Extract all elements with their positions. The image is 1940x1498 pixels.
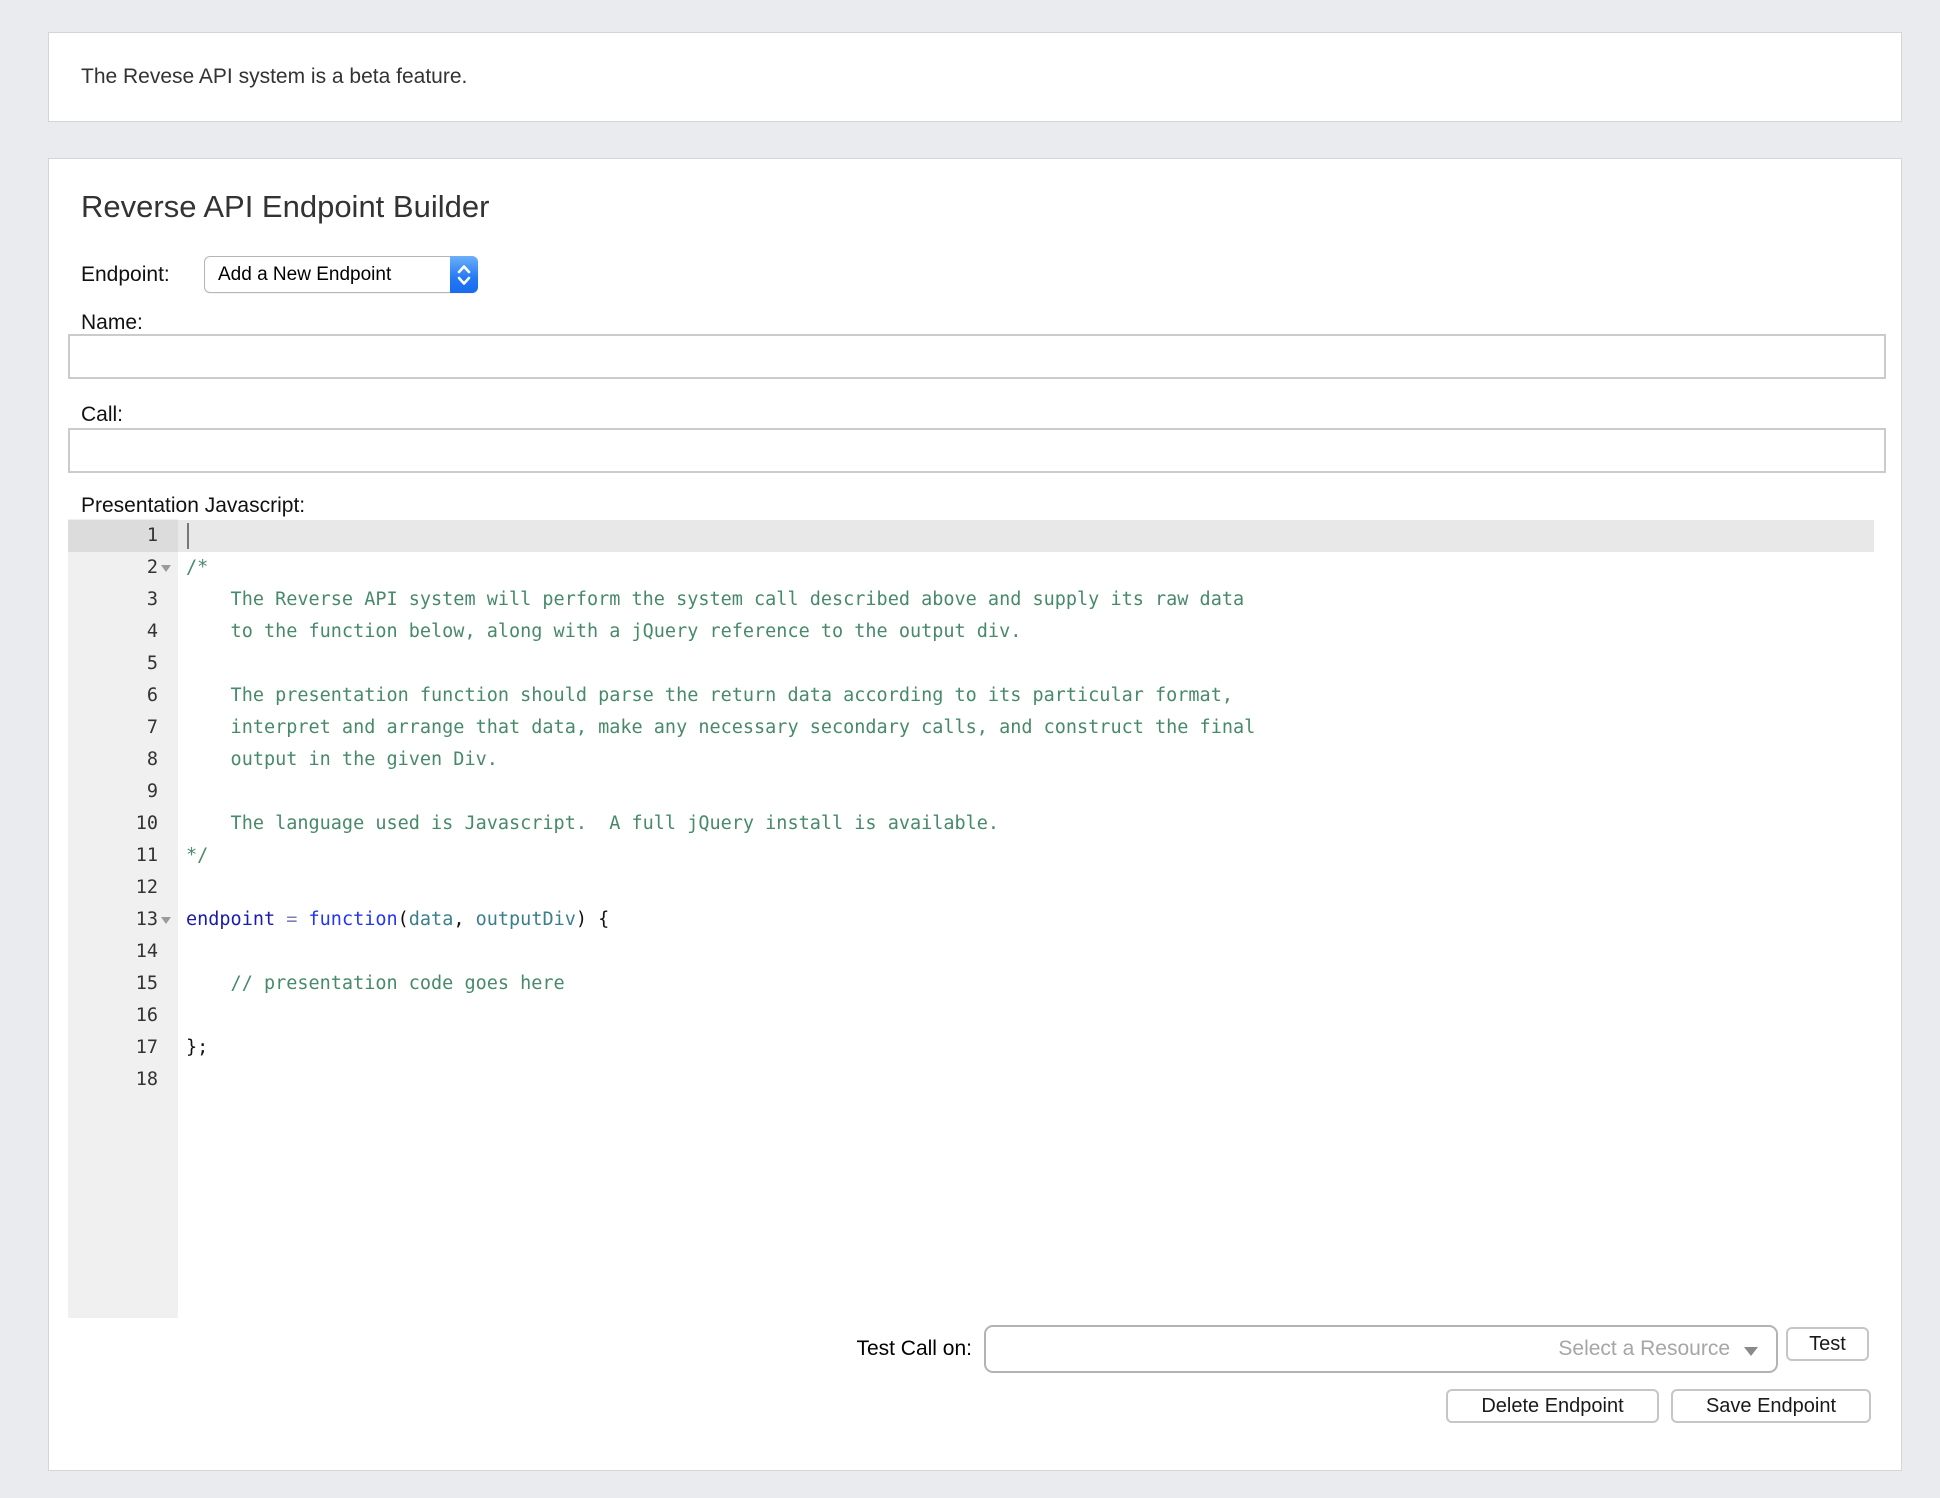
gutter-cell: 9 <box>68 776 178 808</box>
code-line[interactable]: 1 <box>68 520 1874 552</box>
gutter-cell: 16 <box>68 1000 178 1032</box>
line-number: 18 <box>68 1064 158 1096</box>
code-text <box>178 1064 1874 1096</box>
line-number: 17 <box>68 1032 158 1064</box>
code-text <box>178 872 1874 904</box>
gutter-cell: 14 <box>68 936 178 968</box>
resource-select[interactable]: Select a Resource <box>984 1325 1778 1373</box>
gutter-cell: 6 <box>68 680 178 712</box>
gutter-cell: 10 <box>68 808 178 840</box>
gutter-cell: 4 <box>68 616 178 648</box>
code-line[interactable]: 8 output in the given Div. <box>68 744 1874 776</box>
gutter-cell: 5 <box>68 648 178 680</box>
line-number: 6 <box>68 680 158 712</box>
select-chevrons-icon <box>450 256 478 293</box>
gutter-cell: 18 <box>68 1064 178 1096</box>
gutter-cell: 1 <box>68 520 178 552</box>
code-text: */ <box>178 840 1874 872</box>
line-number: 12 <box>68 872 158 904</box>
code-text <box>178 936 1874 968</box>
endpoint-select-value: Add a New Endpoint <box>205 264 450 286</box>
line-number: 15 <box>68 968 158 1000</box>
code-text: The language used is Javascript. A full … <box>178 808 1874 840</box>
code-line[interactable]: 11 */ <box>68 840 1874 872</box>
line-number: 14 <box>68 936 158 968</box>
code-editor[interactable]: 12/*3 The Reverse API system will perfor… <box>68 519 1874 1318</box>
code-line[interactable]: 14 <box>68 936 1874 968</box>
code-line[interactable]: 9 <box>68 776 1874 808</box>
gutter-cell: 11 <box>68 840 178 872</box>
line-number: 4 <box>68 616 158 648</box>
fold-arrow-icon[interactable] <box>161 917 171 924</box>
code-text: /* <box>178 552 1874 584</box>
beta-notice-banner: The Revese API system is a beta feature. <box>48 32 1902 122</box>
save-endpoint-button[interactable]: Save Endpoint <box>1671 1389 1871 1423</box>
code-text: output in the given Div. <box>178 744 1874 776</box>
gutter-cell: 15 <box>68 968 178 1000</box>
code-line[interactable]: 18 <box>68 1064 1874 1096</box>
line-number: 1 <box>68 520 158 552</box>
presentation-javascript-label: Presentation Javascript: <box>81 494 305 518</box>
gutter-cell: 7 <box>68 712 178 744</box>
gutter-cell: 13 <box>68 904 178 936</box>
delete-endpoint-button[interactable]: Delete Endpoint <box>1446 1389 1659 1423</box>
code-text: // presentation code goes here <box>178 968 1874 1000</box>
code-line[interactable]: 12 <box>68 872 1874 904</box>
code-text <box>178 776 1874 808</box>
line-number: 11 <box>68 840 158 872</box>
code-text: The presentation function should parse t… <box>178 680 1874 712</box>
endpoint-select[interactable]: Add a New Endpoint <box>204 256 478 293</box>
code-line[interactable]: 17}; <box>68 1032 1874 1064</box>
gutter-cell: 12 <box>68 872 178 904</box>
page-title: Reverse API Endpoint Builder <box>81 189 489 225</box>
text-cursor-icon <box>187 523 189 549</box>
code-line[interactable]: 7 interpret and arrange that data, make … <box>68 712 1874 744</box>
name-input[interactable] <box>68 334 1886 379</box>
code-text: }; <box>178 1032 1874 1064</box>
code-line[interactable]: 16 <box>68 1000 1874 1032</box>
test-button[interactable]: Test <box>1786 1327 1869 1361</box>
code-line[interactable]: 15 // presentation code goes here <box>68 968 1874 1000</box>
fold-arrow-icon[interactable] <box>161 565 171 572</box>
dropdown-arrow-icon <box>1744 1347 1758 1356</box>
line-number: 13 <box>68 904 158 936</box>
code-line[interactable]: 10 The language used is Javascript. A fu… <box>68 808 1874 840</box>
code-text: endpoint = function(data, outputDiv) { <box>178 904 1874 936</box>
line-number: 9 <box>68 776 158 808</box>
endpoint-label: Endpoint: <box>81 263 170 287</box>
gutter-cell: 2 <box>68 552 178 584</box>
line-number: 3 <box>68 584 158 616</box>
code-text: The Reverse API system will perform the … <box>178 584 1874 616</box>
test-call-label: Test Call on: <box>856 1337 972 1361</box>
line-number: 16 <box>68 1000 158 1032</box>
beta-notice-text: The Revese API system is a beta feature. <box>81 65 467 89</box>
name-label: Name: <box>81 311 143 335</box>
code-text <box>178 1000 1874 1032</box>
line-number: 7 <box>68 712 158 744</box>
code-text: to the function below, along with a jQue… <box>178 616 1874 648</box>
call-label: Call: <box>81 403 123 427</box>
line-number: 10 <box>68 808 158 840</box>
code-line[interactable]: 3 The Reverse API system will perform th… <box>68 584 1874 616</box>
code-line[interactable]: 4 to the function below, along with a jQ… <box>68 616 1874 648</box>
code-text <box>178 648 1874 680</box>
code-line[interactable]: 13 endpoint = function(data, outputDiv) { <box>68 904 1874 936</box>
line-number: 5 <box>68 648 158 680</box>
call-input[interactable] <box>68 428 1886 473</box>
line-number: 8 <box>68 744 158 776</box>
gutter-cell: 3 <box>68 584 178 616</box>
endpoint-builder-panel: Reverse API Endpoint Builder Endpoint: A… <box>48 158 1902 1471</box>
gutter-cell: 8 <box>68 744 178 776</box>
line-number: 2 <box>68 552 158 584</box>
code-text <box>178 520 1874 552</box>
code-line[interactable]: 5 <box>68 648 1874 680</box>
code-line[interactable]: 6 The presentation function should parse… <box>68 680 1874 712</box>
resource-select-placeholder: Select a Resource <box>1558 1337 1730 1361</box>
gutter-cell: 17 <box>68 1032 178 1064</box>
code-text: interpret and arrange that data, make an… <box>178 712 1874 744</box>
code-line[interactable]: 2 /* <box>68 552 1874 584</box>
